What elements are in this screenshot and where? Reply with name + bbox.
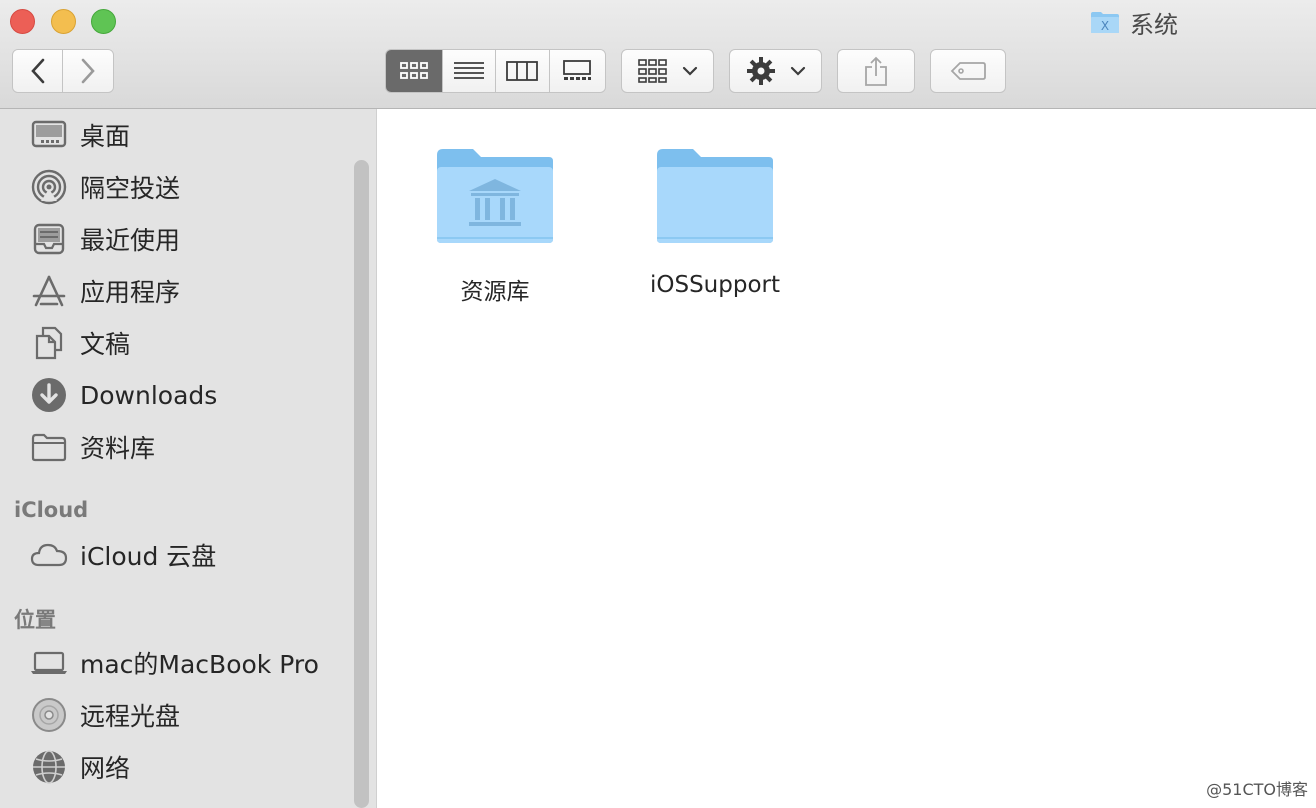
forward-button[interactable] bbox=[63, 50, 113, 92]
chevron-down-icon bbox=[790, 66, 805, 76]
sidebar-item-label: iCloud 云盘 bbox=[80, 542, 217, 571]
sidebar-item-icloud-drive[interactable]: iCloud 云盘 bbox=[0, 531, 350, 579]
tags-button[interactable] bbox=[930, 49, 1006, 93]
gallery-view-icon bbox=[563, 60, 592, 80]
watermark: @51CTO博客 bbox=[1206, 780, 1308, 799]
chevron-down-icon bbox=[682, 66, 697, 76]
sidebar-item-recents[interactable]: 最近使用 bbox=[0, 215, 350, 263]
gear-icon bbox=[746, 57, 775, 85]
sidebar-scrollbar[interactable] bbox=[354, 160, 369, 808]
share-icon bbox=[865, 56, 887, 86]
network-icon bbox=[30, 750, 68, 784]
history-nav bbox=[12, 49, 114, 93]
share-button[interactable] bbox=[837, 49, 915, 93]
sidebar-section-icloud: iCloud bbox=[14, 498, 89, 522]
column-view-button[interactable] bbox=[496, 50, 550, 92]
applications-icon bbox=[30, 274, 68, 308]
sidebar-section-locations: 位置 bbox=[14, 608, 56, 632]
group-by-icon bbox=[637, 59, 667, 83]
laptop-icon bbox=[30, 646, 68, 680]
sidebar-item-applications[interactable]: 应用程序 bbox=[0, 267, 350, 315]
svg-text:X: X bbox=[1101, 19, 1109, 33]
sidebar-item-label: 网络 bbox=[80, 754, 131, 783]
zoom-window-button[interactable] bbox=[91, 9, 116, 34]
downloads-icon bbox=[30, 378, 68, 412]
sidebar-item-library[interactable]: 资料库 bbox=[0, 423, 350, 471]
desktop-icon bbox=[30, 118, 68, 152]
file-item-name: iOSSupport bbox=[649, 272, 780, 298]
sidebar-item-remote-disc[interactable]: 远程光盘 bbox=[0, 691, 350, 739]
documents-icon bbox=[30, 326, 68, 360]
file-item-library[interactable]: 资源库 bbox=[405, 115, 585, 305]
file-browser: 资源库 iOSSupport @51CTO博客 bbox=[377, 109, 1316, 808]
folder-icon bbox=[30, 430, 68, 464]
sidebar-item-label: mac的MacBook Pro bbox=[80, 650, 319, 679]
sidebar-item-label: 最近使用 bbox=[80, 226, 181, 255]
sidebar-item-desktop[interactable]: 桌面 bbox=[0, 111, 350, 159]
minimize-window-button[interactable] bbox=[51, 9, 76, 34]
close-window-button[interactable] bbox=[10, 9, 35, 34]
column-view-icon bbox=[506, 61, 539, 81]
finder-window: X 系统 桌面 隔空投送 最近使用 应用程序 文稿 Downloads 资料库 … bbox=[0, 0, 1316, 808]
library-folder-icon bbox=[433, 143, 557, 247]
disc-icon bbox=[30, 698, 68, 732]
sidebar-item-label: Downloads bbox=[80, 380, 218, 410]
sidebar-item-documents[interactable]: 文稿 bbox=[0, 319, 350, 367]
group-by-button[interactable] bbox=[621, 49, 714, 93]
chevron-right-icon bbox=[81, 58, 95, 84]
file-item-iossupport[interactable]: iOSSupport bbox=[625, 115, 805, 298]
sidebar-item-network[interactable]: 网络 bbox=[0, 743, 350, 791]
cloud-icon bbox=[30, 538, 68, 572]
recents-icon bbox=[30, 222, 68, 256]
xcode-folder-icon: X bbox=[1090, 10, 1120, 34]
sidebar-item-label: 文稿 bbox=[80, 330, 131, 359]
window-title: X 系统 bbox=[1090, 6, 1178, 39]
window-title-text: 系统 bbox=[1130, 10, 1178, 39]
list-view-icon bbox=[454, 62, 485, 79]
sidebar-item-label: 隔空投送 bbox=[80, 174, 181, 203]
sidebar-item-label: 应用程序 bbox=[80, 278, 181, 307]
action-menu-button[interactable] bbox=[729, 49, 822, 93]
tag-icon bbox=[950, 62, 986, 80]
sidebar-item-label: 资料库 bbox=[80, 434, 156, 463]
icon-view-button[interactable] bbox=[386, 50, 444, 92]
airdrop-icon bbox=[30, 169, 68, 205]
sidebar: 桌面 隔空投送 最近使用 应用程序 文稿 Downloads 资料库 iClou… bbox=[0, 109, 377, 808]
back-button[interactable] bbox=[13, 50, 64, 92]
chevron-left-icon bbox=[30, 58, 44, 84]
file-item-name: 资源库 bbox=[460, 279, 530, 305]
list-view-button[interactable] bbox=[443, 50, 496, 92]
folder-icon bbox=[653, 143, 777, 247]
icon-view-icon bbox=[400, 62, 429, 79]
sidebar-item-macbook[interactable]: mac的MacBook Pro bbox=[0, 639, 350, 687]
gallery-view-button[interactable] bbox=[549, 50, 605, 92]
toolbar: X 系统 bbox=[0, 0, 1316, 109]
view-mode-selector bbox=[385, 49, 606, 93]
sidebar-item-label: 远程光盘 bbox=[80, 702, 181, 731]
sidebar-item-airdrop[interactable]: 隔空投送 bbox=[0, 163, 350, 211]
sidebar-item-downloads[interactable]: Downloads bbox=[0, 371, 350, 419]
sidebar-item-label: 桌面 bbox=[80, 122, 131, 151]
